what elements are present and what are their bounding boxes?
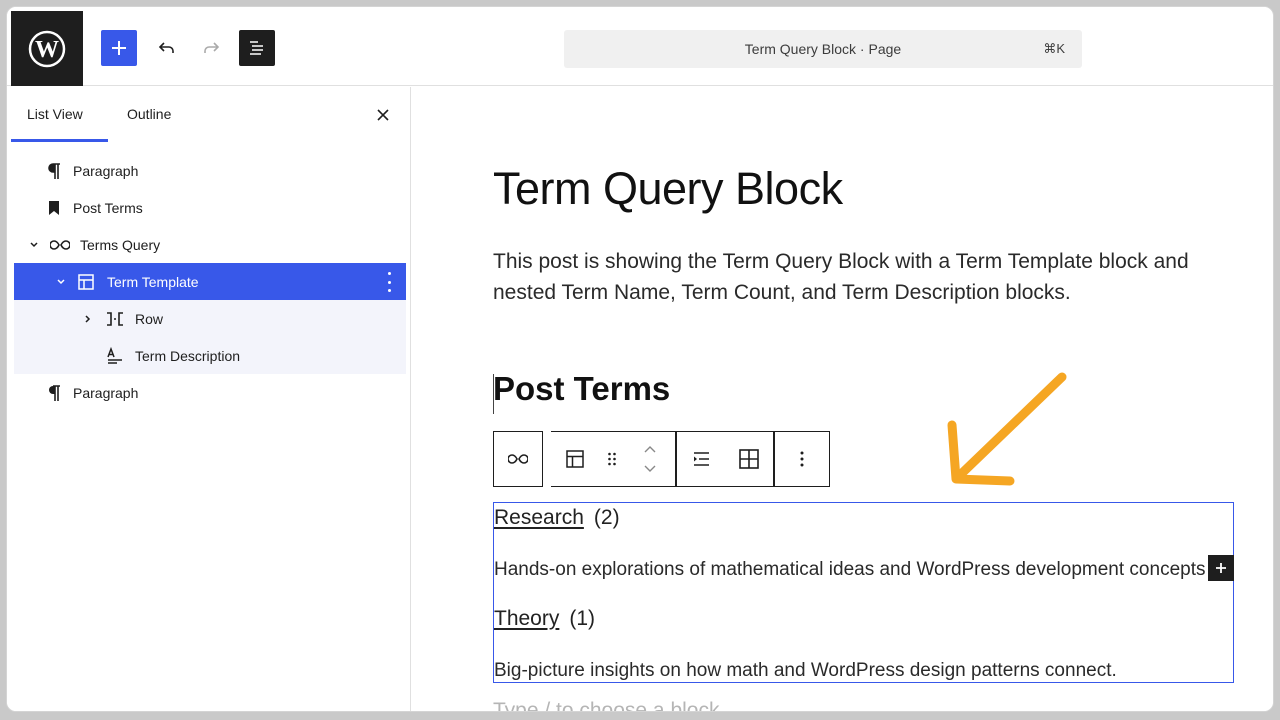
- term-description: Hands-on explorations of mathematical id…: [494, 559, 1206, 580]
- toolbar-group-parent: [493, 431, 543, 487]
- more-options-icon[interactable]: [775, 432, 829, 486]
- toolbar-group-more: [774, 431, 830, 487]
- editor-header: W Term Query Block · Page ⌘K: [7, 7, 1273, 86]
- tree-item-paragraph[interactable]: Paragraph: [14, 152, 406, 189]
- tree-item-label: Term Template: [107, 273, 199, 290]
- block-inserter-button[interactable]: [101, 30, 137, 66]
- text-description-icon: [104, 345, 126, 367]
- intro-paragraph[interactable]: This post is showing the Term Query Bloc…: [493, 246, 1223, 308]
- post-terms-heading[interactable]: Post Terms: [493, 370, 670, 408]
- tree-item-label: Post Terms: [73, 199, 143, 216]
- block-toolbar: [493, 431, 830, 487]
- tab-list-view[interactable]: List View: [27, 106, 83, 122]
- bookmark-icon: [43, 197, 65, 219]
- justify-icon[interactable]: [677, 432, 725, 486]
- chevron-right-icon[interactable]: [81, 312, 95, 326]
- post-title[interactable]: Term Query Block: [493, 163, 843, 215]
- layout-icon: [75, 271, 97, 293]
- grid-icon[interactable]: [725, 432, 773, 486]
- tree-item-paragraph[interactable]: Paragraph: [14, 374, 406, 411]
- loop-icon: [49, 234, 71, 256]
- tree-item-post-terms[interactable]: Post Terms: [14, 189, 406, 226]
- paragraph-icon: [43, 160, 65, 182]
- term-item: Research (2): [494, 506, 620, 530]
- chevron-down-icon[interactable]: [54, 275, 68, 289]
- undo-icon[interactable]: [149, 30, 185, 66]
- options-menu-icon[interactable]: [386, 272, 392, 292]
- svg-text:W: W: [35, 37, 59, 63]
- term-count: (2): [593, 506, 620, 529]
- term-name-link[interactable]: Research: [494, 506, 584, 529]
- tree-item-label: Paragraph: [73, 162, 139, 179]
- list-view-sidebar: List View Outline Paragraph Post Terms T…: [7, 87, 411, 711]
- tree-item-row[interactable]: Row: [14, 300, 406, 337]
- tree-item-label: Row: [135, 310, 164, 327]
- app-window: W Term Query Block · Page ⌘K List View O…: [6, 6, 1274, 712]
- layout-icon[interactable]: [551, 432, 599, 486]
- tree-item-label: Term Description: [135, 347, 241, 364]
- wordpress-logo-icon[interactable]: W: [11, 11, 83, 86]
- command-palette-bar[interactable]: Term Query Block · Page ⌘K: [564, 30, 1082, 68]
- chevron-down-icon[interactable]: [27, 238, 41, 252]
- select-parent-loop-icon[interactable]: [494, 432, 542, 486]
- paragraph-icon: [43, 382, 65, 404]
- editor-canvas: Term Query Block This post is showing th…: [412, 87, 1273, 711]
- term-item: Theory (1): [494, 607, 595, 631]
- active-tab-indicator: [11, 139, 108, 142]
- command-shortcut: ⌘K: [1043, 41, 1065, 56]
- tree-item-terms-query[interactable]: Terms Query: [14, 226, 406, 263]
- toolbar-group-settings: [676, 431, 774, 487]
- row-icon: [104, 308, 126, 330]
- add-block-plus-icon[interactable]: [1208, 555, 1234, 581]
- sidebar-tabs: List View Outline: [7, 87, 410, 143]
- redo-icon[interactable]: [193, 30, 229, 66]
- tree-item-label: Terms Query: [80, 236, 161, 253]
- tree-item-term-template[interactable]: Term Template: [14, 263, 406, 300]
- move-up-down-icon[interactable]: [625, 432, 675, 486]
- close-icon[interactable]: [371, 103, 395, 127]
- document-overview-button[interactable]: [239, 30, 275, 66]
- annotation-arrow-icon: [947, 372, 1067, 486]
- tree-item-term-description[interactable]: Term Description: [14, 337, 406, 374]
- list-view-icon: [250, 41, 263, 55]
- term-template-block[interactable]: Research (2) Hands-on explorations of mat…: [493, 502, 1234, 683]
- drag-handle-icon[interactable]: [599, 432, 625, 486]
- tree-item-label: Paragraph: [73, 384, 139, 401]
- block-placeholder[interactable]: Type / to choose a block: [493, 699, 719, 711]
- tab-outline[interactable]: Outline: [127, 106, 171, 122]
- term-description: Big-picture insights on how math and Wor…: [494, 660, 1117, 681]
- toolbar-group-block: [551, 431, 676, 487]
- document-title: Term Query Block · Page: [744, 41, 902, 57]
- term-count: (1): [569, 607, 596, 630]
- term-name-link[interactable]: Theory: [494, 607, 559, 630]
